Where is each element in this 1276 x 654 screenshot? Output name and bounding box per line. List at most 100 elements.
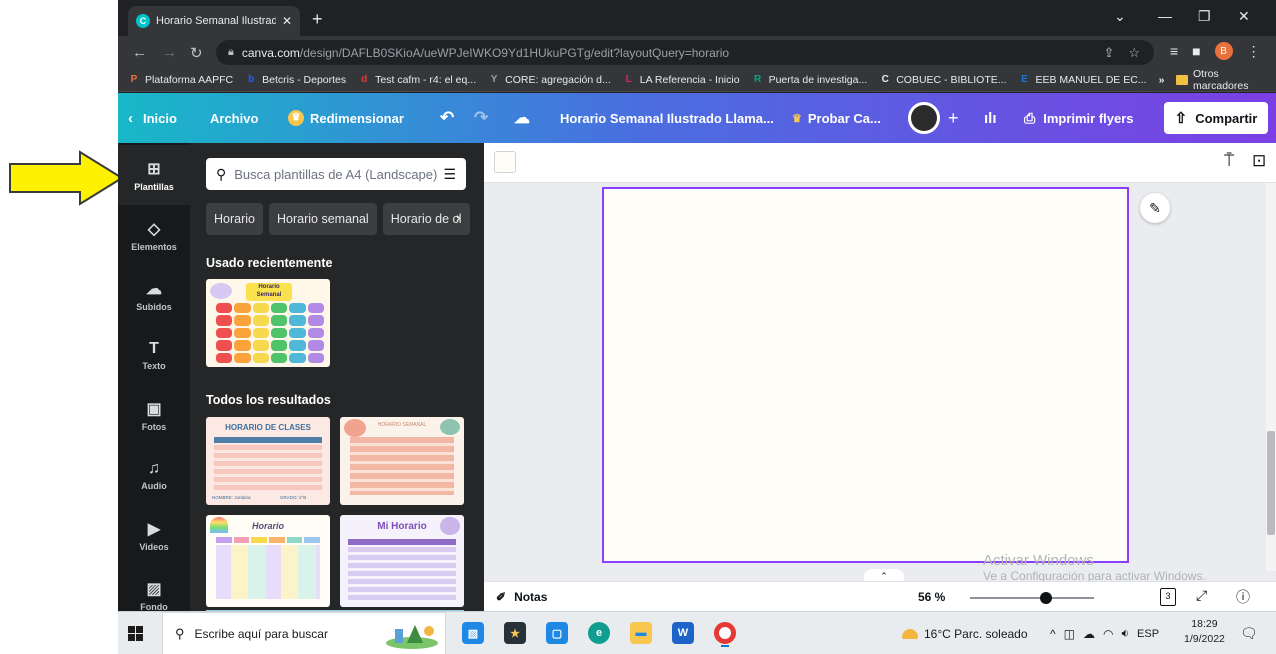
weather-widget[interactable]: 16°C Parc. soleado — [902, 612, 1028, 654]
file-explorer-icon[interactable]: ▬ — [630, 622, 652, 644]
close-window-icon[interactable]: ✕ — [1238, 8, 1250, 25]
address-bar[interactable]: 🔒︎ canva.com/design/DAFLB0SKioA/ueWPJeIW… — [216, 40, 1154, 65]
sidebar-item-elementos[interactable]: ◇ Elementos — [118, 205, 190, 265]
share-button[interactable]: ⇧ Compartir — [1164, 102, 1268, 134]
chevron-up-icon[interactable]: ^ — [1050, 627, 1056, 641]
resize-button[interactable]: ♛ Redimensionar — [288, 93, 404, 143]
design-canvas-page[interactable] — [602, 187, 1129, 563]
sidebar-item-subidos[interactable]: ☁ Subidos — [118, 265, 190, 325]
sidebar-item-texto[interactable]: T Texto — [118, 325, 190, 385]
bookmark-label: Puerta de investiga... — [768, 74, 868, 86]
bookmark-label: COBUEC - BIBLIOTE... — [896, 74, 1007, 86]
back-icon[interactable]: ← — [132, 44, 147, 61]
sidebar-item-fotos[interactable]: ▣ Fotos — [118, 385, 190, 445]
volume-icon[interactable]: 🔉︎ — [1121, 626, 1129, 641]
bookmark-item[interactable]: d Test cafm - r4: el eq... — [358, 74, 476, 86]
bookmark-item[interactable]: R Puerta de investiga... — [752, 74, 868, 86]
chevron-right-icon[interactable]: › — [456, 209, 461, 225]
wifi-icon[interactable]: ◠ — [1103, 627, 1113, 641]
other-bookmarks-folder[interactable]: Otros marcadores — [1193, 68, 1268, 92]
app-icon[interactable]: ★ — [504, 622, 526, 644]
weather-text: 16°C Parc. soleado — [924, 626, 1028, 641]
home-button[interactable]: ‹ Inicio — [128, 93, 177, 143]
bookmark-item[interactable]: L LA Referencia - Inicio — [623, 74, 740, 86]
side-panel-icon[interactable]: ■ — [1192, 43, 1200, 59]
add-comment-icon[interactable]: ✎ — [1140, 193, 1170, 223]
template-thumbnail[interactable]: HORARIO SEMANAL — [340, 417, 464, 505]
edge-browser-icon[interactable]: e — [588, 622, 610, 644]
insights-icon[interactable]: ılı — [984, 93, 997, 143]
browser-tab[interactable]: C Horario Semanal Ilustrado Llama ✕ — [128, 6, 300, 36]
sidebar-item-videos[interactable]: ▶ Videos — [118, 505, 190, 565]
background-color-swatch[interactable] — [494, 151, 516, 173]
help-icon[interactable]: ⓘ — [1236, 587, 1250, 607]
language-indicator[interactable]: ESP — [1137, 628, 1159, 640]
try-pro-button[interactable]: ♛ Probar Ca... — [792, 93, 881, 143]
template-thumbnail[interactable]: Horario — [206, 515, 330, 607]
new-tab-icon[interactable]: + — [312, 9, 323, 30]
template-thumbnail[interactable]: Mi Horario — [340, 515, 464, 607]
restore-icon[interactable]: ❐ — [1198, 8, 1211, 25]
print-flyers-button[interactable]: ⎙ Imprimir flyers — [1024, 93, 1134, 143]
chrome-icon[interactable] — [714, 622, 736, 647]
bookmark-star-icon[interactable]: ☆ — [1128, 45, 1140, 61]
collaborator-avatar[interactable]: + — [908, 93, 959, 143]
zoom-slider-track[interactable] — [970, 597, 1094, 599]
chip-horario-semanal[interactable]: Horario semanal — [269, 203, 377, 235]
zoom-level[interactable]: 56 % — [918, 590, 945, 604]
forward-icon[interactable]: → — [162, 44, 177, 61]
tray-app-icon[interactable]: ◫ — [1064, 627, 1075, 641]
bookmark-item[interactable]: b Betcris - Deportes — [245, 74, 346, 86]
windows-start-icon[interactable] — [128, 626, 143, 641]
bookmark-favicon-icon: C — [881, 74, 889, 85]
vertical-scrollbar[interactable] — [1266, 183, 1276, 571]
task-view-icon[interactable]: ▧ — [462, 622, 484, 644]
close-tab-icon[interactable]: ✕ — [282, 14, 292, 28]
sidebar-item-plantillas[interactable]: ⊞ Plantillas — [118, 145, 190, 205]
zoom-slider-knob[interactable] — [1040, 592, 1052, 604]
redo-icon[interactable]: ↷ — [474, 93, 488, 143]
notifications-icon[interactable]: 🗨︎ — [1240, 612, 1258, 654]
search-highlight-illustration — [386, 625, 438, 649]
word-icon[interactable]: W — [672, 622, 694, 644]
app-icon[interactable]: ▢ — [546, 622, 568, 644]
taskbar-clock[interactable]: 18:29 1/9/2022 — [1184, 617, 1225, 647]
taskbar-search-input[interactable]: ⚲ Escribe aquí para buscar — [162, 612, 446, 654]
bookmark-favicon-icon: P — [130, 74, 138, 85]
editor-toolbar: ⍑ ⊡ — [484, 143, 1276, 183]
template-thumbnail[interactable]: HORARIO DE CLASES NOMBRE: Jordana GRADO:… — [206, 417, 330, 505]
page-count-button[interactable]: 3 — [1160, 588, 1176, 606]
bookmark-item[interactable]: C COBUEC - BIBLIOTE... — [879, 74, 1007, 86]
fullscreen-icon[interactable]: ⤢ — [1196, 587, 1207, 604]
reading-list-icon[interactable]: ≡ — [1170, 43, 1178, 59]
filter-icon[interactable]: ☰ — [443, 166, 456, 183]
design-editor: ⍑ ⊡ ✎ Activar Windows Ve a Configuración… — [484, 143, 1276, 611]
add-collaborator-icon[interactable]: + — [948, 108, 959, 129]
file-menu-button[interactable]: Archivo — [210, 93, 258, 143]
recent-template-thumbnail[interactable]: Horario Semanal — [206, 279, 330, 367]
bookmark-item[interactable]: E EEB MANUEL DE EC... — [1019, 74, 1146, 86]
design-title[interactable]: Horario Semanal Ilustrado Llama... — [560, 93, 774, 143]
notes-button[interactable]: ✐ Notas — [496, 590, 547, 604]
bookmark-item[interactable]: Y CORE: agregación d... — [488, 74, 611, 86]
template-footer-right: GRADO: 2°B — [280, 495, 307, 500]
bookmark-item[interactable]: P Plataforma AAPFC — [128, 74, 233, 86]
windows-taskbar: ⚲ Escribe aquí para buscar ▧ ★ ▢ e ▬ W 1… — [118, 611, 1276, 654]
paint-roller-icon[interactable]: ⍑ — [1224, 151, 1234, 171]
sidebar-item-audio[interactable]: ♫ Audio — [118, 445, 190, 505]
bookmarks-overflow-icon[interactable]: » — [1159, 74, 1165, 86]
menu-kebab-icon[interactable]: ⋮ — [1247, 43, 1261, 60]
minimize-icon[interactable]: — — [1158, 8, 1172, 24]
chip-horario[interactable]: Horario — [206, 203, 263, 235]
profile-avatar[interactable]: B — [1214, 42, 1233, 60]
scrollbar-thumb[interactable] — [1267, 431, 1275, 535]
undo-icon[interactable]: ↶ — [440, 93, 454, 143]
share-page-icon[interactable]: ⇪ — [1103, 45, 1114, 61]
template-search-input[interactable]: ⚲ Busca plantillas de A4 (Landscape) ☰ — [206, 158, 466, 190]
editor-footer: ✐ Notas 56 % 3 ⤢ ⓘ — [484, 581, 1276, 611]
cloud-saved-icon: ☁ — [514, 110, 530, 127]
reload-icon[interactable]: ↻ — [190, 44, 203, 62]
lock-icon[interactable]: ⊡ — [1252, 151, 1266, 171]
onedrive-icon[interactable]: ☁ — [1083, 627, 1095, 641]
tab-search-icon[interactable]: ⌄ — [1114, 8, 1126, 25]
